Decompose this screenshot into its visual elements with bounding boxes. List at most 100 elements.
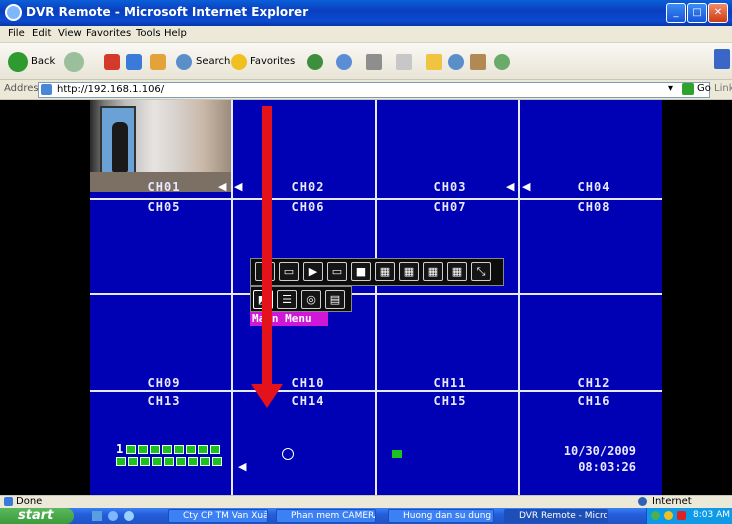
audio-speaker-icon: ◀ <box>238 460 247 473</box>
search-label[interactable]: Search <box>196 56 230 67</box>
channel-label: CH16 <box>577 394 611 408</box>
layout-13-icon[interactable]: ▦ <box>423 262 443 281</box>
status-bar: Done Internet <box>0 495 732 508</box>
channel-label: CH12 <box>577 376 611 390</box>
menu-help[interactable]: Help <box>164 28 187 39</box>
audio-speaker-icon: ◀ <box>522 180 531 193</box>
logout-icon[interactable]: ▤ <box>325 290 345 309</box>
browser-toolbar: Back Search Favorites <box>0 43 732 80</box>
dvr-time: 08:03:26 <box>578 460 636 474</box>
tray-icon[interactable] <box>677 511 686 520</box>
done-page-icon <box>4 497 13 506</box>
task-button-active[interactable]: DVR Remote - Micros... <box>504 509 608 523</box>
channel-indicator <box>212 457 222 466</box>
record-list-icon[interactable]: ☰ <box>277 290 297 309</box>
channel-label: CH04 <box>577 180 611 194</box>
layout-9-icon[interactable]: ▦ <box>399 262 419 281</box>
internet-zone-icon <box>638 497 647 506</box>
menu-file[interactable]: File <box>8 28 25 39</box>
mail-icon[interactable] <box>336 54 352 70</box>
channel-indicator <box>152 457 162 466</box>
channel-indicator <box>128 457 138 466</box>
back-label[interactable]: Back <box>31 56 55 67</box>
channel-label: CH01 <box>147 180 181 194</box>
annotation-arrow-head <box>251 384 283 408</box>
channel-label: CH05 <box>147 200 181 214</box>
dvr-screen[interactable]: CH01 CH02 CH03 CH04 CH05 CH06 CH07 CH08 … <box>90 100 662 495</box>
links-label[interactable]: Links <box>714 83 732 94</box>
tray-icon[interactable] <box>651 511 660 520</box>
channel-indicator <box>200 457 210 466</box>
channel-indicator <box>138 445 148 454</box>
address-dropdown-icon[interactable]: ▾ <box>668 83 673 94</box>
task-button[interactable]: Huong dan su dung d... <box>388 509 494 523</box>
camera-feed-ch01 <box>90 100 232 192</box>
edit-icon[interactable] <box>396 54 412 70</box>
stop-icon[interactable] <box>104 54 120 70</box>
task-button[interactable]: Phan mem CAMERA <box>276 509 376 523</box>
status-text: Done <box>16 496 43 507</box>
grid-line <box>375 100 377 495</box>
channel-indicator <box>174 445 184 454</box>
ie-icon <box>5 4 22 21</box>
home-icon[interactable] <box>150 54 166 70</box>
minimize-icon[interactable]: _ <box>666 3 686 23</box>
system-tray: 8:03 AM <box>646 508 732 524</box>
channel-label: CH08 <box>577 200 611 214</box>
grid-line <box>231 100 233 495</box>
layout-4-icon[interactable]: ▦ <box>375 262 395 281</box>
display-mode-toolbar: ▮ ▭ ▶ ▭ ■ ▦ ▦ ▦ ▦ ⤡ <box>250 258 504 286</box>
quicklaunch-icon[interactable] <box>124 511 134 521</box>
layout-16-icon[interactable]: ▦ <box>447 262 467 281</box>
channel-label: CH10 <box>291 376 325 390</box>
close-icon[interactable]: ✕ <box>708 3 728 23</box>
address-input[interactable]: http://192.168.1.106/ <box>38 82 710 98</box>
quicklaunch-ie-icon[interactable] <box>108 511 118 521</box>
quicklaunch-icon[interactable] <box>92 511 102 521</box>
clock-icon <box>282 448 294 460</box>
favorites-label[interactable]: Favorites <box>250 56 295 67</box>
refresh-icon[interactable] <box>126 54 142 70</box>
search-icon[interactable] <box>176 54 192 70</box>
browser-content: CH01 CH02 CH03 CH04 CH05 CH06 CH07 CH08 … <box>0 100 732 495</box>
go-button[interactable]: Go <box>697 83 711 94</box>
start-button[interactable]: start <box>0 508 74 524</box>
tray-icon[interactable] <box>664 511 673 520</box>
monitor-icon[interactable]: ▭ <box>327 262 347 281</box>
channel-label: CH11 <box>433 376 467 390</box>
channel-label: CH15 <box>433 394 467 408</box>
layout-1-icon[interactable]: ■ <box>351 262 371 281</box>
history-icon[interactable] <box>307 54 323 70</box>
channel-indicator <box>150 445 160 454</box>
channel-label: CH06 <box>291 200 325 214</box>
forward-arrow-icon[interactable] <box>64 52 84 72</box>
folder-icon[interactable] <box>426 54 442 70</box>
indicator-start-label: 1 <box>116 442 124 456</box>
annotation-arrow-shaft <box>262 106 272 388</box>
film-icon[interactable]: ▭ <box>279 262 299 281</box>
users-icon[interactable] <box>494 54 510 70</box>
fullscreen-icon[interactable]: ⤡ <box>471 262 491 281</box>
messenger-icon[interactable] <box>448 54 464 70</box>
research-icon[interactable] <box>470 54 486 70</box>
go-arrow-icon[interactable] <box>682 83 694 95</box>
play-icon[interactable]: ▶ <box>303 262 323 281</box>
ptz-icon[interactable]: ◎ <box>301 290 321 309</box>
menu-tools[interactable]: Tools <box>136 28 161 39</box>
menu-edit[interactable]: Edit <box>32 28 51 39</box>
audio-speaker-icon: ◀ <box>218 180 227 193</box>
back-arrow-icon[interactable] <box>8 52 28 72</box>
title-bar[interactable]: DVR Remote - Microsoft Internet Explorer… <box>0 0 732 26</box>
camera-person <box>112 122 128 172</box>
channel-label: CH14 <box>291 394 325 408</box>
channel-indicator <box>116 457 126 466</box>
menu-view[interactable]: View <box>58 28 82 39</box>
favorites-star-icon[interactable] <box>231 54 247 70</box>
channel-indicator <box>188 457 198 466</box>
maximize-icon[interactable]: □ <box>687 3 707 23</box>
print-icon[interactable] <box>366 54 382 70</box>
channel-label: CH03 <box>433 180 467 194</box>
channel-indicator <box>210 445 220 454</box>
menu-favorites[interactable]: Favorites <box>86 28 131 39</box>
task-button[interactable]: Cty CP TM Van Xuân ... <box>168 509 268 523</box>
